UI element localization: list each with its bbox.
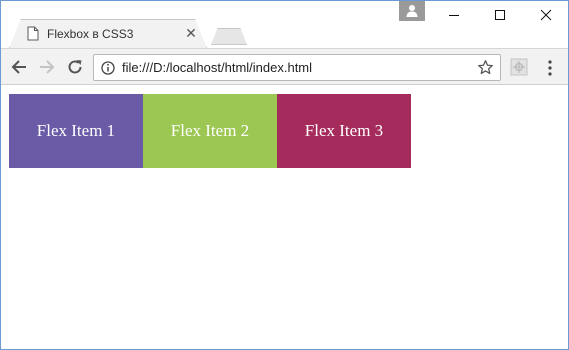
flex-item-label: Flex Item 3 — [304, 121, 384, 140]
minimize-icon — [449, 15, 459, 16]
tab-title: Flexbox в CSS3 — [47, 27, 134, 41]
reload-icon — [68, 60, 82, 74]
menu-icon — [548, 60, 552, 76]
page-icon — [27, 26, 39, 41]
tab-close-icon[interactable]: ✕ — [184, 25, 198, 41]
url-text[interactable]: file:///D:/localhost/html/index.html — [122, 60, 312, 76]
forward-button[interactable] — [35, 55, 59, 79]
close-icon — [540, 9, 552, 21]
menu-button[interactable] — [541, 58, 559, 78]
extension-icon[interactable] — [510, 58, 528, 76]
new-tab-button[interactable] — [211, 28, 247, 45]
minimize-button[interactable] — [431, 3, 477, 27]
page-viewport: Flex Item 1 Flex Item 2 Flex Item 3 — [1, 86, 568, 349]
star-icon[interactable] — [477, 59, 494, 76]
maximize-button[interactable] — [477, 3, 523, 27]
info-icon[interactable] — [101, 61, 115, 75]
reload-button[interactable] — [63, 55, 87, 79]
flex-item-3: Flex Item 3 — [277, 94, 411, 168]
forward-arrow-icon — [40, 60, 55, 74]
flex-container: Flex Item 1 Flex Item 2 Flex Item 3 — [9, 94, 411, 168]
person-icon — [406, 5, 418, 17]
flex-item-1: Flex Item 1 — [9, 94, 143, 168]
back-arrow-icon — [11, 60, 26, 74]
maximize-icon — [495, 10, 505, 20]
tab-strip: Flexbox в CSS3 ✕ — [1, 1, 568, 48]
flex-item-2: Flex Item 2 — [143, 94, 277, 168]
close-window-button[interactable] — [523, 3, 568, 27]
profile-badge[interactable] — [399, 1, 425, 21]
flex-item-label: Flex Item 1 — [36, 121, 116, 140]
address-bar[interactable]: file:///D:/localhost/html/index.html — [93, 54, 501, 81]
flex-item-label: Flex Item 2 — [170, 121, 250, 140]
browser-window: Flexbox в CSS3 ✕ file:///D:/localhost/ht… — [0, 0, 569, 350]
back-button[interactable] — [7, 55, 31, 79]
browser-toolbar: file:///D:/localhost/html/index.html — [1, 48, 568, 85]
